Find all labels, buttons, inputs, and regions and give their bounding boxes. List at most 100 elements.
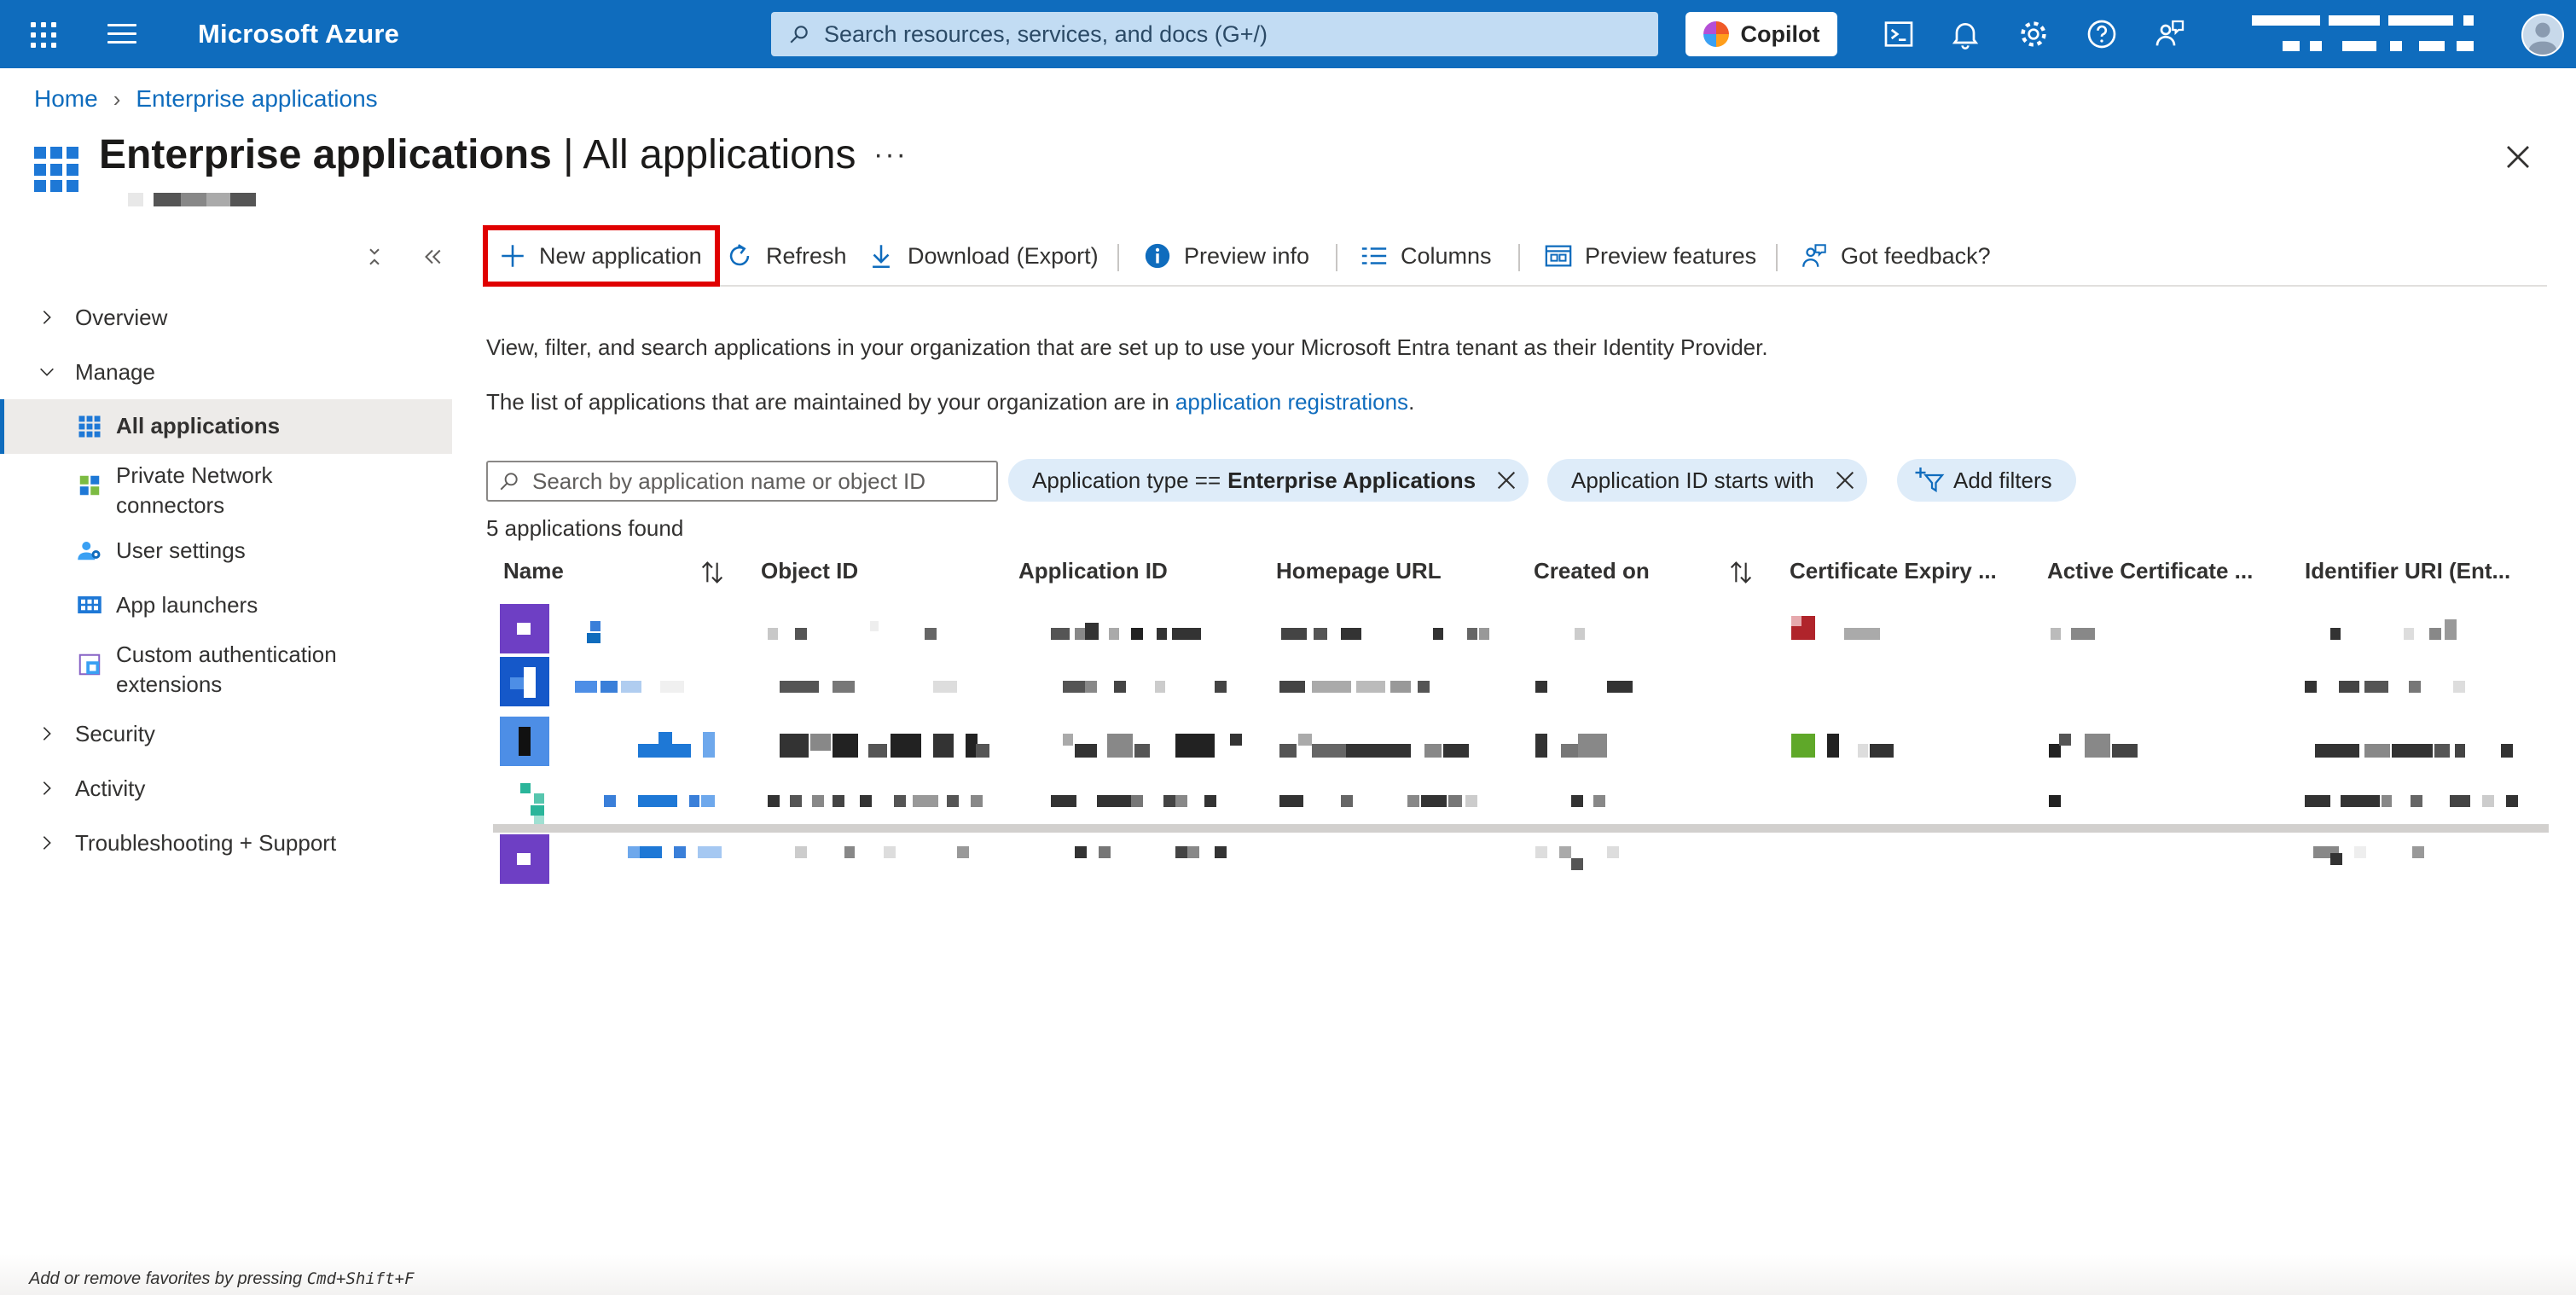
- column-header-active-certificate[interactable]: Active Certificate ...: [2047, 558, 2253, 584]
- search-icon: [500, 473, 518, 491]
- sidebar-item-private-network-connectors[interactable]: Private Network connectors: [0, 454, 452, 526]
- page-description: View, filter, and search applications in…: [486, 334, 1768, 360]
- portal-brand[interactable]: Microsoft Azure: [198, 19, 399, 49]
- sort-icon[interactable]: [698, 558, 727, 587]
- toolbar-divider: [1518, 244, 1520, 271]
- sidebar-item-activity[interactable]: Activity: [0, 761, 452, 816]
- top-bar: Microsoft Azure Search resources, servic…: [0, 0, 2576, 68]
- app-search-placeholder: Search by application name or object ID: [532, 467, 926, 494]
- app-logo: [500, 717, 549, 766]
- plus-icon: [502, 245, 524, 267]
- help-icon[interactable]: [2085, 17, 2119, 51]
- filter-pill-application-id[interactable]: Application ID starts with: [1547, 459, 1867, 502]
- preview-features-button[interactable]: Preview features: [1544, 225, 1756, 287]
- hamburger-icon[interactable]: [107, 24, 136, 44]
- account-name-redacted[interactable]: [2248, 10, 2487, 58]
- column-header-name[interactable]: Name: [503, 558, 564, 584]
- sidebar-item-security[interactable]: Security: [0, 706, 452, 761]
- network-connector-icon: [79, 475, 100, 496]
- new-application-button[interactable]: New application: [498, 225, 702, 287]
- table-row[interactable]: [493, 780, 2549, 831]
- more-options-icon[interactable]: ···: [873, 138, 908, 171]
- breadcrumb-enterprise-applications[interactable]: Enterprise applications: [136, 85, 377, 113]
- global-search-placeholder: Search resources, services, and docs (G+…: [824, 20, 1268, 47]
- table-row[interactable]: [493, 653, 2549, 706]
- column-header-homepage-url[interactable]: Homepage URL: [1276, 558, 1442, 584]
- table-row[interactable]: [493, 597, 2549, 653]
- chevron-down-icon: [40, 368, 54, 376]
- download-icon: [873, 245, 890, 269]
- sidebar-item-overview[interactable]: Overview: [0, 290, 452, 345]
- app-launchers-icon: [78, 596, 102, 613]
- results-count: 5 applications found: [486, 515, 684, 541]
- row-separator: [493, 824, 2549, 833]
- copilot-label: Copilot: [1740, 20, 1820, 47]
- tenant-name-redacted: [128, 193, 256, 206]
- close-icon[interactable]: [2503, 142, 2533, 172]
- breadcrumb-home[interactable]: Home: [34, 85, 98, 113]
- columns-icon: [1361, 247, 1387, 264]
- search-icon: [790, 26, 808, 44]
- gear-icon[interactable]: [2016, 17, 2051, 51]
- sidebar-item-label-2: extensions: [116, 671, 223, 697]
- column-header-application-id[interactable]: Application ID: [1018, 558, 1168, 584]
- cloud-shell-icon[interactable]: [1882, 17, 1916, 51]
- app-logo: [500, 604, 549, 653]
- collapse-all-icon[interactable]: [362, 244, 387, 270]
- sidebar-item-label: Private Network: [116, 462, 273, 488]
- sidebar-item-manage[interactable]: Manage: [0, 345, 452, 399]
- filter-pill-application-type[interactable]: Application type == Enterprise Applicatio…: [1008, 459, 1529, 502]
- grid-header: Name Object ID Application ID Homepage U…: [493, 555, 2549, 589]
- keyboard-shortcut: Cmd+Shift+F: [306, 1269, 415, 1288]
- sidebar-item-troubleshooting-support[interactable]: Troubleshooting + Support: [0, 816, 452, 870]
- column-header-created-on[interactable]: Created on: [1534, 558, 1650, 584]
- application-registrations-link[interactable]: application registrations: [1175, 389, 1408, 415]
- table-row[interactable]: [493, 833, 2549, 884]
- sidebar-item-user-settings[interactable]: User settings: [0, 526, 452, 580]
- chevron-right-icon: [43, 311, 51, 324]
- sidebar-item-label: Custom authentication: [116, 642, 337, 667]
- command-bar: New application Refresh Download (Export…: [483, 225, 2547, 287]
- download-export-button[interactable]: Download (Export): [867, 225, 1099, 287]
- got-feedback-button[interactable]: Got feedback?: [1800, 225, 1991, 287]
- sidebar-item-all-applications[interactable]: All applications: [0, 399, 452, 454]
- custom-auth-extension-icon: [78, 653, 101, 676]
- sidebar-item-app-launchers[interactable]: App launchers: [0, 580, 452, 635]
- refresh-button[interactable]: Refresh: [725, 225, 847, 287]
- chevron-right-icon: [43, 727, 51, 740]
- app-search-input[interactable]: Search by application name or object ID: [486, 461, 998, 502]
- collapse-sidebar-icon[interactable]: [420, 244, 445, 270]
- waffle-icon[interactable]: [26, 17, 56, 48]
- bell-icon[interactable]: [1948, 17, 1982, 51]
- columns-button[interactable]: Columns: [1360, 225, 1492, 287]
- sidebar-item-custom-authentication-extensions[interactable]: Custom authentication extensions: [0, 635, 452, 706]
- sidebar: Overview Manage All applications Private…: [0, 290, 452, 870]
- info-icon: [1145, 243, 1170, 269]
- table-row[interactable]: [493, 713, 2549, 766]
- close-icon[interactable]: [1494, 468, 1518, 492]
- copilot-icon: [1703, 21, 1729, 47]
- toolbar-divider: [1117, 244, 1119, 271]
- preview-info-button[interactable]: Preview info: [1143, 225, 1309, 287]
- column-header-identifier-uri[interactable]: Identifier URI (Ent...: [2305, 558, 2510, 584]
- sidebar-item-label-2: connectors: [116, 492, 225, 518]
- column-header-certificate-expiry[interactable]: Certificate Expiry ...: [1790, 558, 1997, 584]
- app-logo: [500, 657, 549, 706]
- chevron-right-icon: ›: [113, 85, 121, 112]
- add-filters-button[interactable]: Add filters: [1897, 459, 2076, 502]
- avatar[interactable]: [2521, 14, 2564, 56]
- copilot-button[interactable]: Copilot: [1685, 12, 1837, 56]
- app-logo: [500, 834, 549, 884]
- user-settings-icon: [78, 542, 101, 560]
- refresh-icon: [729, 244, 750, 266]
- feedback-icon[interactable]: [2153, 17, 2187, 51]
- chevron-right-icon: [43, 836, 51, 850]
- close-icon[interactable]: [1833, 468, 1857, 492]
- all-applications-icon: [78, 415, 101, 438]
- breadcrumb: Home › Enterprise applications: [34, 85, 378, 113]
- global-search-input[interactable]: Search resources, services, and docs (G+…: [771, 12, 1658, 56]
- sort-icon[interactable]: [1726, 558, 1755, 587]
- column-header-object-id[interactable]: Object ID: [761, 558, 858, 584]
- toolbar-divider: [1776, 244, 1778, 271]
- app-logo: [500, 780, 549, 829]
